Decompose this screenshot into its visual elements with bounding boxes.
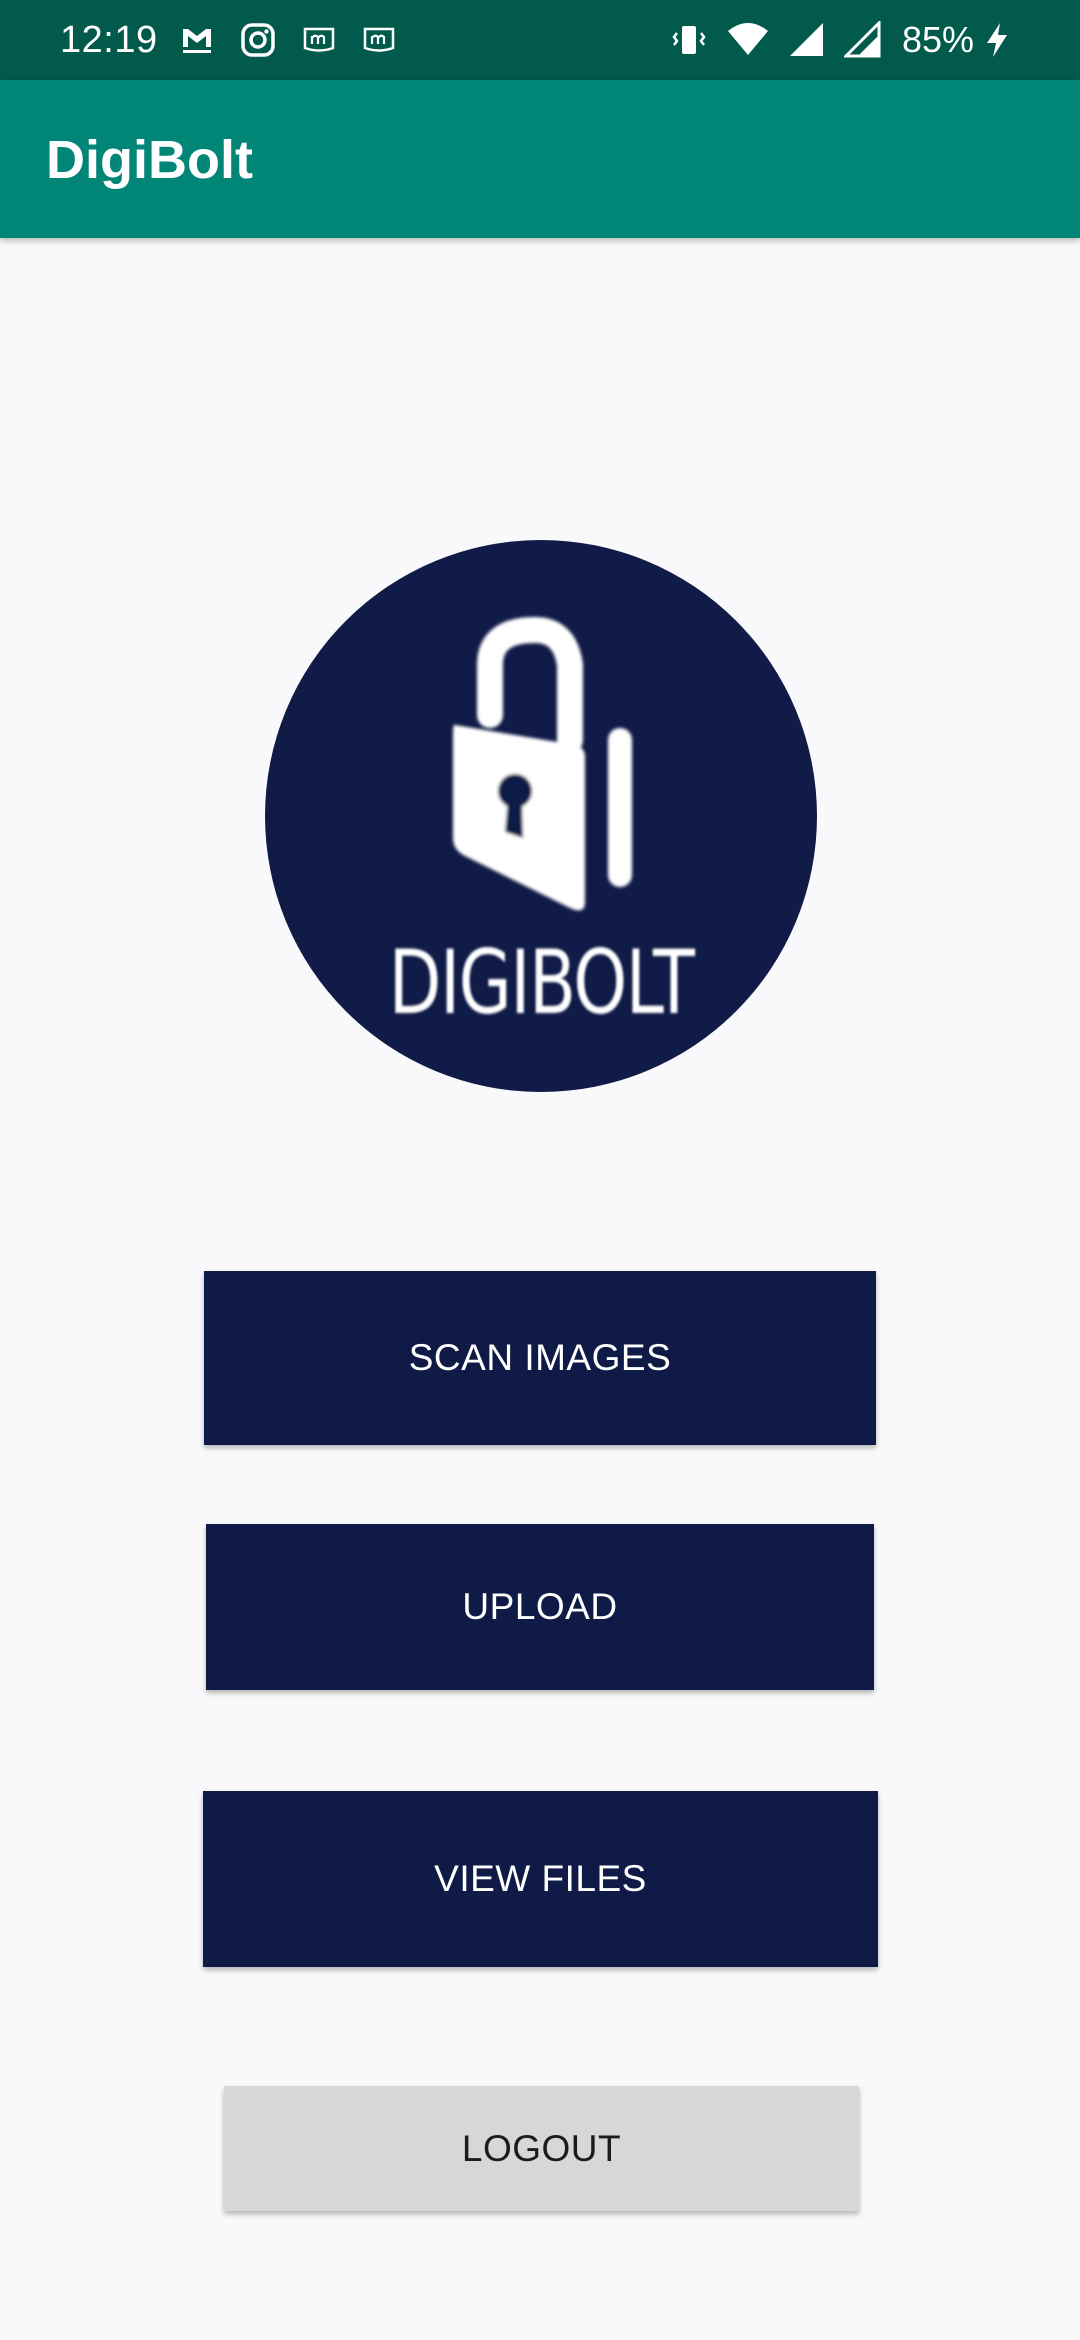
app-bar: DigiBolt (0, 80, 1080, 238)
notification-icons (180, 20, 422, 60)
logo-wordmark: DIGIBOLT (388, 931, 695, 1034)
system-icons: 85% (652, 18, 1010, 62)
logout-button[interactable]: LOGOUT (224, 2086, 859, 2211)
instagram-icon (241, 23, 275, 57)
scan-images-button[interactable]: SCAN IMAGES (204, 1271, 876, 1445)
gmail-icon (183, 29, 211, 53)
vibrate-icon (672, 26, 706, 54)
app-m-icon (363, 27, 395, 52)
bolt-icon (987, 23, 1007, 57)
view-files-button[interactable]: VIEW FILES (203, 1791, 878, 1967)
signal-icon (789, 23, 823, 56)
wifi-icon (727, 23, 768, 55)
app-title: DigiBolt (46, 130, 253, 190)
app-m-icon (303, 27, 335, 52)
battery-level: 85% (901, 19, 974, 60)
upload-button[interactable]: UPLOAD (206, 1524, 874, 1690)
status-time: 12:19 (60, 19, 158, 61)
status-bar: 12:19 85% (0, 0, 1080, 80)
digibolt-logo: DIGIBOLT (265, 540, 817, 1092)
home-screen: 12:19 85% DigiBolt DIGIBOLT SCAN IMAGES … (0, 0, 1080, 2340)
signal-icon (843, 21, 881, 58)
